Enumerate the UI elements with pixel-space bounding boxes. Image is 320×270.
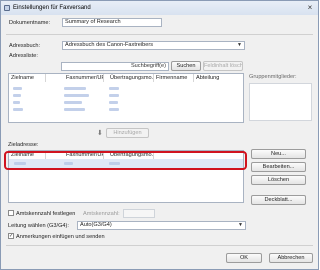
line-select[interactable]: Auto(G3/G4) ▼: [77, 221, 246, 230]
blurred-fax: [64, 108, 85, 111]
address-book-label: Adressbuch:: [9, 43, 41, 49]
group-members-label: Gruppenmitglieder:: [249, 74, 297, 80]
blurred-fax: [64, 87, 86, 90]
column-header[interactable]: Zielname: [9, 74, 46, 82]
outside-line-code-field[interactable]: [123, 209, 155, 218]
address-book-value: Adressbuch des Canon-Faxtreibers: [65, 42, 153, 48]
line-select-value: Auto(G3/G4): [80, 222, 112, 228]
cover-sheet-button[interactable]: Deckblatt...: [251, 195, 306, 205]
column-header[interactable]: Faxnummer/URI: [64, 74, 104, 82]
confirm-checkbox[interactable]: ✓: [8, 233, 14, 239]
blurred-fax: [64, 94, 89, 97]
table-row[interactable]: [9, 106, 243, 113]
column-header[interactable]: Firmenname: [154, 74, 194, 82]
table-row[interactable]: [9, 85, 243, 92]
edit-button[interactable]: Bearbeiten...: [251, 162, 306, 172]
window-title: Einstellungen für Faxversand: [13, 5, 91, 11]
chevron-down-icon: ▼: [238, 222, 243, 228]
delete-button[interactable]: Löschen: [251, 175, 306, 185]
group-members-list: [249, 83, 312, 121]
address-list-label: Adressliste:: [9, 53, 38, 59]
title-bar: Einstellungen für Faxversand ×: [1, 1, 318, 15]
blurred-name: [13, 87, 22, 90]
ok-button[interactable]: OK: [226, 253, 262, 263]
highlight-box: [4, 151, 247, 170]
app-icon: [4, 5, 10, 11]
recipient-label: Zieladresse:: [8, 142, 39, 148]
address-list-table: Zielname Faxnummer/URI Übertragungsmo...…: [8, 73, 244, 123]
add-button[interactable]: Hinzufügen: [106, 128, 149, 138]
close-icon[interactable]: ×: [305, 3, 315, 12]
blurred-mode: [109, 87, 119, 90]
blurred-mode: [109, 108, 119, 111]
column-header[interactable]: Übertragungsmo...: [108, 74, 154, 82]
outside-line-label: Amtskennzahl festlegen: [16, 211, 76, 217]
blurred-name: [13, 108, 23, 111]
table-row[interactable]: [9, 92, 243, 99]
outside-line-code-label: Amtskennzahl:: [83, 211, 120, 217]
divider: [6, 34, 313, 35]
document-name-label: Dokumentname:: [9, 20, 51, 26]
blurred-mode: [109, 94, 119, 97]
chevron-down-icon: ▼: [237, 42, 242, 48]
outside-line-checkbox[interactable]: [8, 210, 14, 216]
blurred-name: [13, 101, 20, 104]
blurred-mode: [109, 101, 118, 104]
line-select-label: Leitung wählen (G3/G4):: [8, 223, 69, 229]
blurred-fax: [64, 101, 82, 104]
divider: [6, 245, 313, 246]
cancel-button[interactable]: Abbrechen: [269, 253, 313, 263]
confirm-label: Anmerkungen einfügen und senden: [16, 234, 105, 240]
clear-search-button[interactable]: Feldinhalt löschen: [203, 61, 243, 71]
column-header[interactable]: Abteilung: [194, 74, 243, 82]
new-button[interactable]: Neu...: [251, 149, 306, 159]
search-field[interactable]: Suchbegriff(e): [61, 62, 169, 71]
blurred-name: [13, 94, 21, 97]
address-book-select[interactable]: Adressbuch des Canon-Faxtreibers ▼: [62, 41, 245, 50]
table-row[interactable]: [9, 99, 243, 106]
arrow-down-icon: ⬇: [97, 130, 103, 137]
document-name-field[interactable]: Summary of Research: [62, 18, 162, 27]
search-button[interactable]: Suchen: [171, 61, 201, 71]
fax-settings-window: Einstellungen für Faxversand × Dokumentn…: [0, 0, 319, 270]
